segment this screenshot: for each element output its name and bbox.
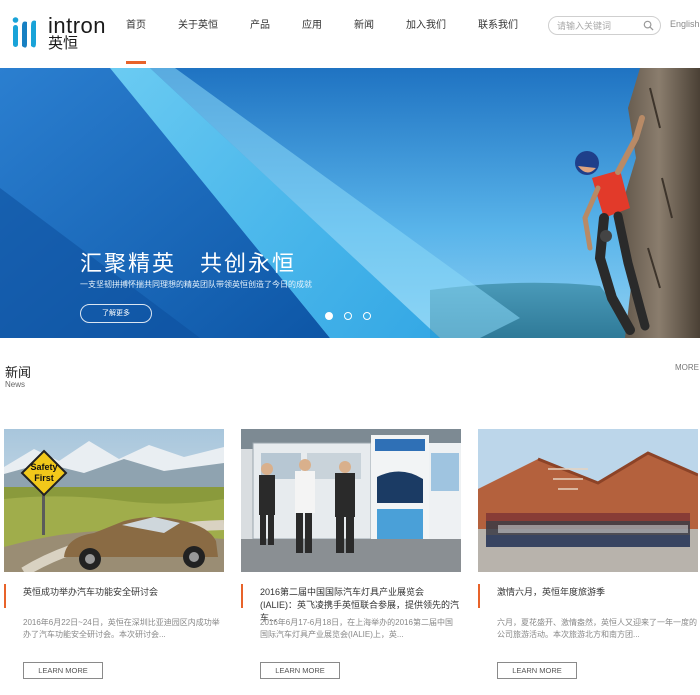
banner-subtitle: 一支坚韧拼搏怀揣共同理想的精英团队带领英恒创造了今日的成就 xyxy=(80,280,312,289)
logo[interactable]: intron 英恒 xyxy=(12,14,112,52)
nav-item-join-us[interactable]: 加入我们 xyxy=(384,0,456,66)
news-title-wrap: 英恒成功举办汽车功能安全研讨会 xyxy=(4,584,224,610)
carousel-dot-2[interactable] xyxy=(344,312,352,320)
accent-bar xyxy=(478,584,480,608)
news-title: 新闻 xyxy=(5,365,32,380)
news-more-link[interactable]: MORE xyxy=(675,363,699,372)
nav-item-home[interactable]: 首页 xyxy=(116,0,156,66)
nav-item-about[interactable]: 关于英恒 xyxy=(156,0,228,66)
sign-text-2: First xyxy=(34,473,54,483)
accent-bar xyxy=(4,584,6,608)
learn-more-button[interactable]: LEARN MORE xyxy=(497,662,577,679)
news-section-header: 新闻 News xyxy=(5,366,31,390)
carousel-dots xyxy=(325,312,371,320)
news-item-title[interactable]: 激情六月，英恒年度旅游季 xyxy=(497,586,697,599)
news-image-safety-seminar[interactable]: Safety First xyxy=(4,429,224,572)
learn-more-button[interactable]: LEARN MORE xyxy=(260,662,340,679)
news-title-wrap: 激情六月，英恒年度旅游季 xyxy=(478,584,698,610)
news-card: 2016第二届中国国际汽车灯具产业展览会(IALIE)：英飞凌携手英恒联合参展，… xyxy=(241,429,461,695)
news-title-wrap: 2016第二届中国国际汽车灯具产业展览会(IALIE)：英飞凌携手英恒联合参展，… xyxy=(241,584,461,623)
learn-more-button[interactable]: LEARN MORE xyxy=(23,662,103,679)
carousel-dot-1[interactable] xyxy=(325,312,333,320)
site-header: intron 英恒 首页 关于英恒 产品 应用 新闻 加入我们 联系我们 Eng… xyxy=(0,0,700,66)
nav-item-products[interactable]: 产品 xyxy=(228,0,280,66)
group-photo-people xyxy=(486,513,690,547)
language-switch[interactable]: English xyxy=(670,19,700,29)
search-icon[interactable] xyxy=(643,20,654,31)
banner-title: 汇聚精英 共创永恒 xyxy=(80,251,297,276)
nav-item-news[interactable]: 新闻 xyxy=(332,0,384,66)
logo-mark-icon xyxy=(12,17,36,48)
learn-more-button[interactable]: 了解更多 xyxy=(80,304,152,323)
search-input[interactable] xyxy=(557,19,641,32)
news-image-exhibition[interactable] xyxy=(241,429,461,572)
search-box xyxy=(548,16,661,35)
main-nav: 首页 关于英恒 产品 应用 新闻 加入我们 联系我们 xyxy=(116,0,528,66)
news-item-desc: 2016年6月17-6月18日，在上海举办的2016第二届中国国际汽车灯具产业展… xyxy=(260,618,453,639)
carousel-dot-3[interactable] xyxy=(363,312,371,320)
news-item-title[interactable]: 英恒成功举办汽车功能安全研讨会 xyxy=(23,586,223,599)
news-item-desc: 六月，夏花盛开、激情盎然，英恒人又迎来了一年一度的公司旅游活动。本次旅游北方和南… xyxy=(497,618,697,639)
news-item-desc: 2016年6月22日~24日，英恒在深圳比亚迪园区内成功举办了汽车功能安全研讨会… xyxy=(23,618,220,639)
logo-text-cn: 英恒 xyxy=(48,35,79,52)
news-card: Safety First 英恒成功举办汽车功能安全研讨会 2016年6月22日~… xyxy=(4,429,224,695)
news-subtitle: News xyxy=(5,380,26,389)
news-image-company-trip[interactable] xyxy=(478,429,698,572)
nav-item-contact[interactable]: 联系我们 xyxy=(456,0,528,66)
hero-banner: 汇聚精英 共创永恒 一支坚韧拼搏怀揣共同理想的精英团队带领英恒创造了今日的成就 … xyxy=(0,68,700,338)
accent-bar xyxy=(241,584,243,608)
sign-text: Safety xyxy=(30,462,57,472)
banner-artwork xyxy=(0,68,700,338)
news-card: 激情六月，英恒年度旅游季 六月，夏花盛开、激情盎然，英恒人又迎来了一年一度的公司… xyxy=(478,429,698,695)
nav-item-applications[interactable]: 应用 xyxy=(280,0,332,66)
